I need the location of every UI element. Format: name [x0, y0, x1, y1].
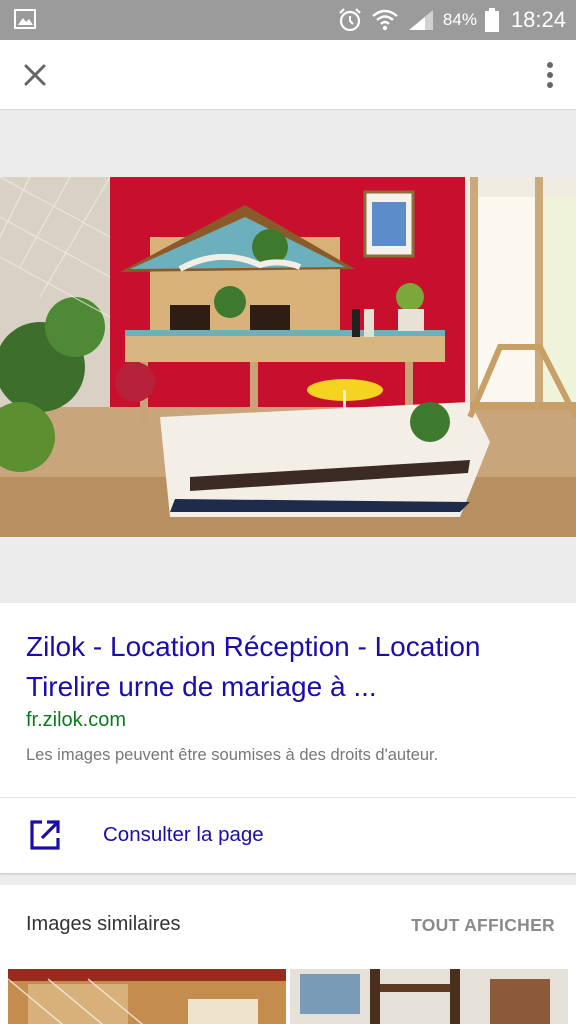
beach-hut-diorama-image [0, 177, 576, 537]
result-card: Zilok - Location Réception - Location Ti… [0, 603, 576, 873]
similar-images-section: Images similaires TOUT AFFICHER [0, 885, 576, 1024]
open-in-new-icon [30, 820, 60, 850]
more-options-button[interactable] [538, 54, 562, 96]
wifi-icon [372, 9, 398, 31]
similar-image-2 [290, 969, 568, 1024]
visit-page-label: Consulter la page [103, 823, 264, 846]
result-url[interactable]: fr.zilok.com [26, 709, 126, 732]
show-all-button[interactable]: TOUT AFFICHER [411, 915, 555, 936]
top-toolbar [0, 40, 576, 110]
image-viewer [0, 111, 576, 603]
close-button[interactable] [14, 54, 56, 96]
close-icon [24, 64, 46, 86]
main-image[interactable] [0, 177, 576, 537]
battery-percentage: 84% [442, 10, 477, 29]
signal-icon [408, 10, 433, 30]
more-vert-icon [547, 62, 553, 88]
similar-image-thumbnail[interactable] [290, 969, 568, 1024]
battery-icon [484, 8, 499, 32]
similar-image-1 [8, 969, 286, 1024]
clock: 18:24 [510, 7, 566, 32]
copyright-notice: Les images peuvent être soumises à des d… [26, 746, 439, 764]
result-title[interactable]: Zilok - Location Réception - Location Ti… [26, 627, 556, 707]
visit-page-button[interactable]: Consulter la page [0, 798, 576, 873]
status-bar: 84% 18:24 [0, 0, 576, 40]
similar-image-thumbnail[interactable] [8, 969, 286, 1024]
alarm-icon [339, 8, 361, 32]
gallery-icon [14, 9, 36, 29]
similar-images-title: Images similaires [26, 913, 181, 935]
